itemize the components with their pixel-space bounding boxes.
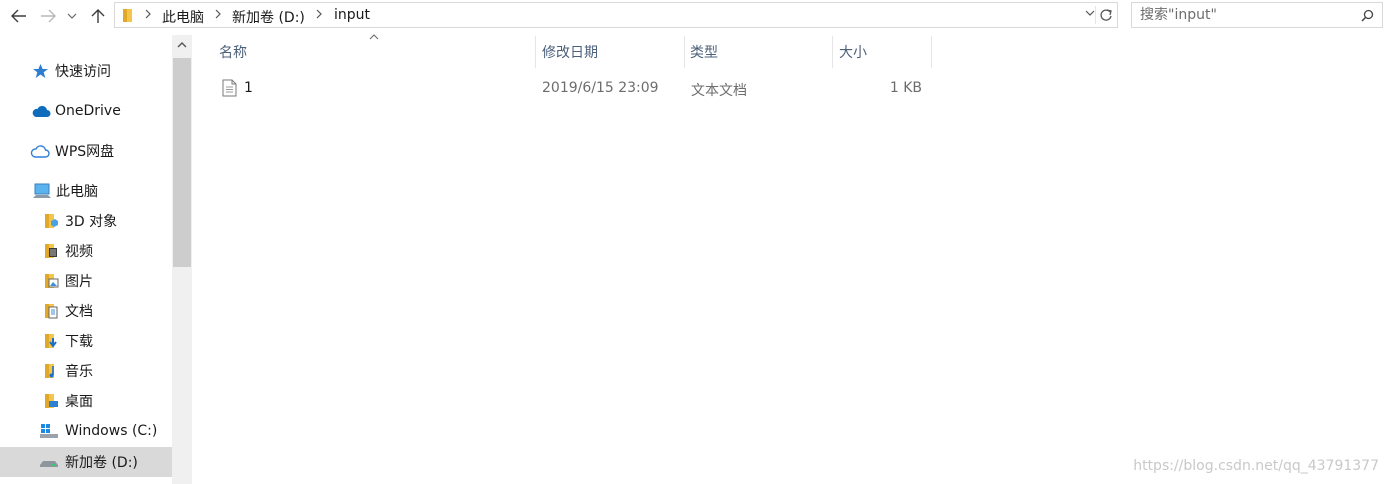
sidebar-item-quick-access[interactable]: 快速访问 <box>0 57 172 85</box>
recent-locations-button[interactable] <box>62 3 82 29</box>
column-divider[interactable] <box>931 36 932 68</box>
sidebar-item-this-pc[interactable]: 此电脑 <box>0 177 172 205</box>
folder-icon <box>123 9 132 22</box>
chevron-right-icon <box>215 9 221 19</box>
column-header-modified[interactable]: 修改日期 <box>542 36 598 68</box>
arrow-right-icon <box>41 9 56 23</box>
refresh-icon[interactable] <box>1099 8 1113 22</box>
column-divider[interactable] <box>684 36 685 68</box>
sidebar-item-desktop[interactable]: 桌面 <box>0 387 172 415</box>
sidebar-item-label: 图片 <box>65 274 93 290</box>
sidebar-item-label: 快速访问 <box>55 64 111 80</box>
sidebar-item-drive-d[interactable]: 新加卷 (D:) <box>0 447 172 477</box>
sidebar-item-label: Windows (C:) <box>65 423 158 439</box>
sidebar-item-label: 下载 <box>65 334 93 350</box>
wps-cloud-icon <box>30 142 50 160</box>
sidebar-item-music[interactable]: 音乐 <box>0 357 172 385</box>
address-dropdown-icon[interactable] <box>1085 10 1095 16</box>
sidebar-item-label: OneDrive <box>55 103 121 119</box>
scroll-up-icon[interactable] <box>177 42 187 48</box>
sidebar-item-downloads[interactable]: 下载 <box>0 327 172 355</box>
3d-objects-folder-icon <box>42 212 60 230</box>
sidebar-item-label: 此电脑 <box>56 184 98 200</box>
divider <box>1095 6 1096 24</box>
sidebar-item-wps[interactable]: WPS网盘 <box>0 137 172 165</box>
file-name: 1 <box>244 80 253 96</box>
back-button[interactable] <box>7 3 31 29</box>
breadcrumb-input[interactable]: input <box>334 7 370 23</box>
chevron-right-icon <box>316 9 322 19</box>
search-icon[interactable] <box>1361 9 1374 22</box>
sidebar-item-onedrive[interactable]: OneDrive <box>0 97 172 125</box>
search-box[interactable] <box>1131 2 1383 28</box>
sidebar-item-label: 3D 对象 <box>65 214 118 230</box>
sidebar-scrollbar[interactable] <box>172 35 192 484</box>
sidebar-item-videos[interactable]: 视频 <box>0 237 172 265</box>
music-folder-icon <box>42 362 60 380</box>
sidebar-item-documents[interactable]: 文档 <box>0 297 172 325</box>
pictures-folder-icon <box>42 272 60 290</box>
breadcrumb-drive-d[interactable]: 新加卷 (D:) <box>232 7 305 27</box>
sidebar-item-drive-c[interactable]: Windows (C:) <box>0 417 172 445</box>
text-file-icon <box>222 79 237 97</box>
watermark-text: https://blog.csdn.net/qq_43791377 <box>1133 458 1379 474</box>
sidebar-item-label: 新加卷 (D:) <box>65 455 138 471</box>
column-header-size[interactable]: 大小 <box>839 36 867 68</box>
column-header-name[interactable]: 名称 <box>219 36 247 68</box>
file-type: 文本文档 <box>691 83 747 99</box>
sidebar-item-pictures[interactable]: 图片 <box>0 267 172 295</box>
arrow-left-icon <box>11 9 26 23</box>
scrollbar-thumb[interactable] <box>173 58 191 267</box>
navigation-pane: 快速访问 OneDrive WPS网盘 此电脑 3D 对象 视频 图片 文档 下… <box>0 35 193 484</box>
arrow-up-icon <box>91 9 105 23</box>
computer-icon <box>32 182 52 200</box>
chevron-down-icon <box>67 13 77 19</box>
sidebar-item-label: 桌面 <box>65 394 93 410</box>
forward-button[interactable] <box>36 3 60 29</box>
downloads-folder-icon <box>42 332 60 350</box>
file-size: 1 KB <box>889 80 922 96</box>
windows-drive-icon <box>39 422 59 440</box>
column-divider[interactable] <box>535 36 536 68</box>
onedrive-cloud-icon <box>31 102 51 120</box>
star-icon <box>31 62 49 80</box>
file-modified: 2019/6/15 23:09 <box>542 80 659 96</box>
chevron-right-icon <box>145 9 151 19</box>
breadcrumb-this-pc[interactable]: 此电脑 <box>162 7 204 27</box>
file-row[interactable]: 1 2019/6/15 23:09 文本文档 1 KB <box>213 76 933 100</box>
up-button[interactable] <box>86 3 110 29</box>
column-header-type[interactable]: 类型 <box>690 36 718 68</box>
sort-ascending-icon <box>369 34 379 40</box>
desktop-folder-icon <box>42 392 60 410</box>
sidebar-item-3d-objects[interactable]: 3D 对象 <box>0 207 172 235</box>
sidebar-item-label: WPS网盘 <box>55 144 115 160</box>
sidebar-item-label: 视频 <box>65 244 93 260</box>
sidebar-item-label: 文档 <box>65 304 93 320</box>
column-divider[interactable] <box>832 36 833 68</box>
documents-folder-icon <box>42 302 60 320</box>
drive-icon <box>39 453 59 471</box>
sidebar-item-label: 音乐 <box>65 364 93 380</box>
address-bar[interactable]: 此电脑 新加卷 (D:) input <box>114 2 1118 28</box>
videos-folder-icon <box>42 242 60 260</box>
search-input[interactable] <box>1140 6 1350 24</box>
